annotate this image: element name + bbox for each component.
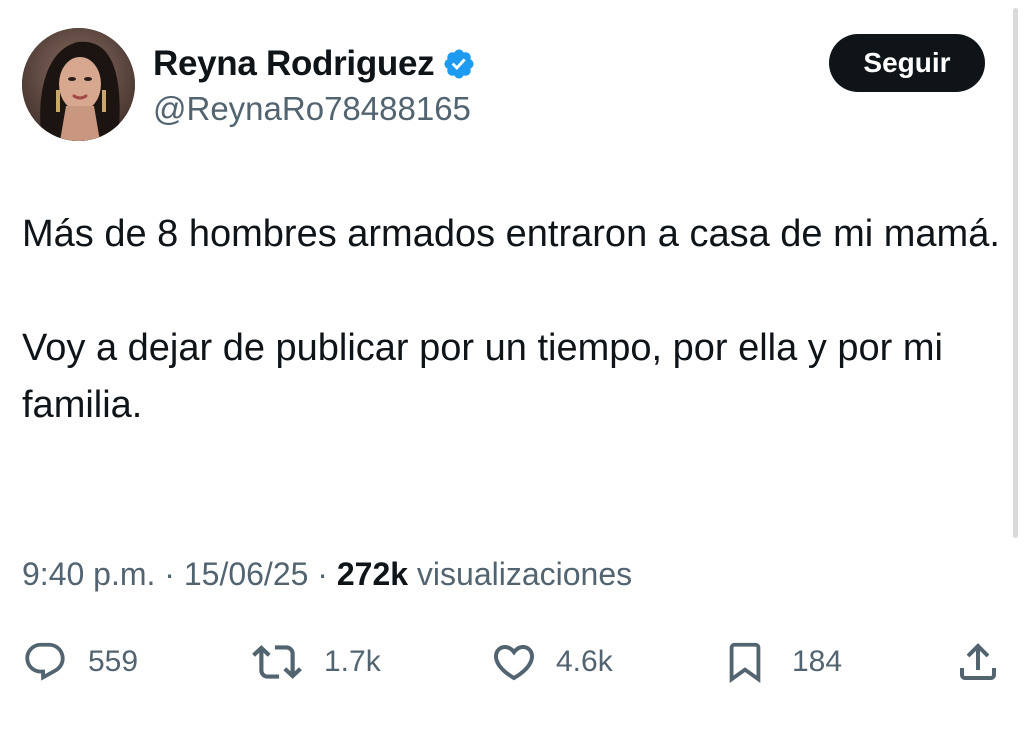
verified-badge-icon[interactable] [442,47,476,81]
tweet-date[interactable]: 15/06/25 [184,556,309,592]
reply-icon [25,642,65,681]
views-count: 272k [336,556,409,592]
tweet-paragraph: Voy a dejar de publicar por un tiempo, p… [22,327,943,426]
tweet-meta: 9:40 p.m. · 15/06/25 · 272k visualizacio… [22,556,632,593]
like-count: 4.6k [556,645,613,678]
avatar[interactable] [22,28,135,141]
tweet-paragraph: Más de 8 hombres armados entraron a casa… [22,213,1000,255]
heart-icon [493,645,535,681]
follow-button[interactable]: Seguir [829,34,985,92]
tweet-card: Reyna Rodriguez @ReynaRo78488165 Seguir … [0,0,1024,746]
meta-separator: · [317,556,337,592]
tweet-time[interactable]: 9:40 p.m. [22,556,155,592]
tweet-text: Más de 8 hombres armados entraron a casa… [22,206,1007,434]
repost-count: 1.7k [324,645,381,678]
bookmark-button[interactable]: 184 [722,632,842,692]
author-display-name[interactable]: Reyna Rodriguez [153,44,435,84]
like-button[interactable]: 4.6k [490,632,613,692]
repost-button[interactable]: 1.7k [252,632,381,692]
action-bar: 559 1.7k 4.6k 184 [0,632,1024,692]
reply-count: 559 [88,645,139,678]
author-name-row: Reyna Rodriguez [153,42,476,86]
avatar-image [22,28,135,141]
author-handle[interactable]: @ReynaRo78488165 [153,90,471,128]
views-label: visualizaciones [416,556,633,592]
share-icon [960,643,996,680]
reply-button[interactable]: 559 [22,632,138,692]
share-button[interactable] [954,632,1002,692]
repost-icon [252,645,302,679]
bookmark-count: 184 [792,645,843,678]
meta-separator: · [164,556,184,592]
scrollbar[interactable] [1013,8,1018,538]
bookmark-icon [729,642,761,683]
